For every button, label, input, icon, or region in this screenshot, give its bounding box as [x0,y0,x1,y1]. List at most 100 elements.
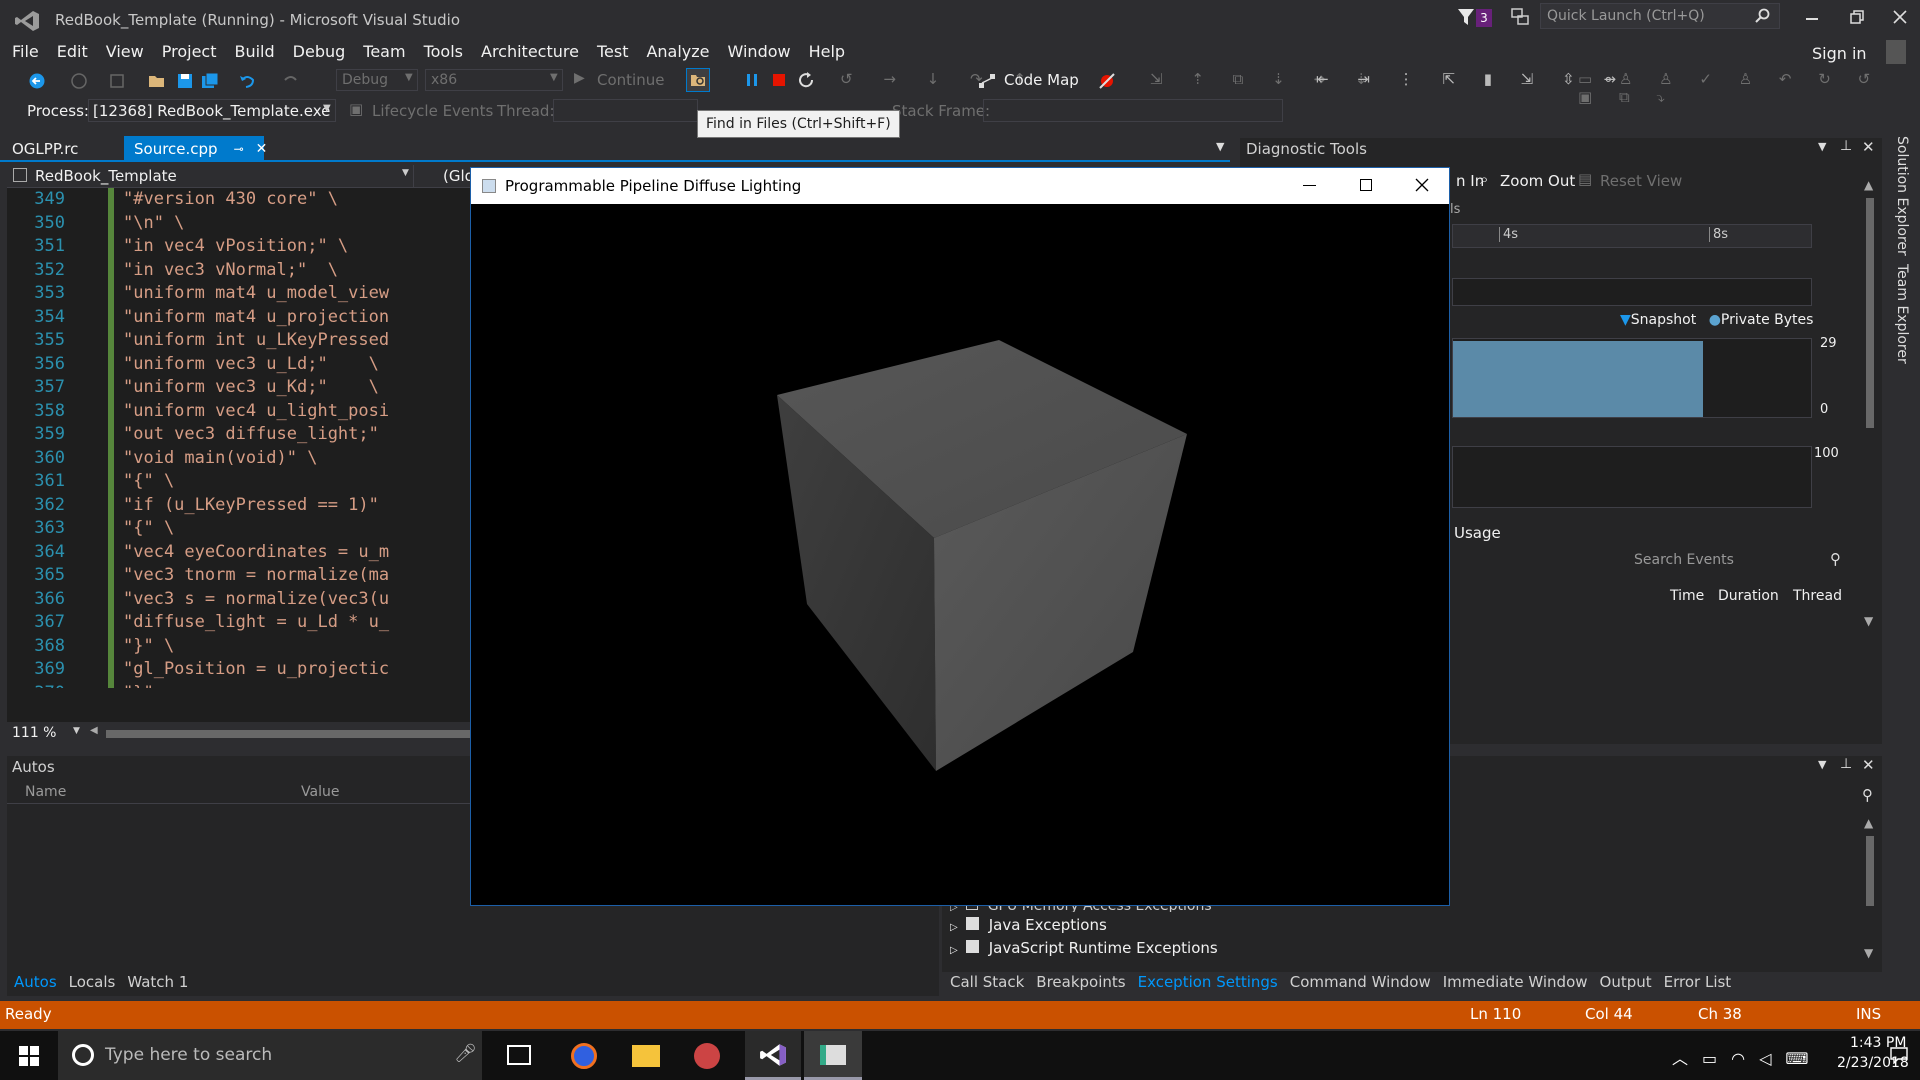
battery-icon[interactable]: ▭ [1702,1049,1731,1068]
code-line[interactable]: 355 "uniform int u_LKeyPressed [7,329,470,353]
keyboard-icon[interactable]: ⌨ [1785,1049,1822,1068]
code-line[interactable]: 366 "vec3 s = normalize(vec3(u [7,588,470,612]
diagnostic-scrollbar[interactable]: ▲ ▼ [1862,178,1878,628]
tab-watch-1[interactable]: Watch 1 [127,973,188,991]
undo-icon[interactable] [238,72,256,90]
tab-source-cpp[interactable]: Source.cpp ⊸ ✕ [124,136,267,162]
code-line[interactable]: 361 "{" \ [7,470,470,494]
exception-item[interactable]: ▷ JavaScript Runtime Exceptions [950,939,1218,957]
continue-button[interactable]: Continue [597,71,664,89]
redo-icon[interactable] [282,72,300,90]
tab-exception-settings[interactable]: Exception Settings [1138,973,1278,991]
code-line[interactable]: 364 "vec4 eyeCoordinates = u_m [7,541,470,565]
solution-explorer-tab[interactable]: Solution Explorer [1894,136,1910,256]
save-all-icon[interactable] [201,72,219,90]
file-explorer-icon[interactable] [632,1045,660,1067]
minimize-button[interactable] [1806,18,1818,20]
panel-menu-icon[interactable]: ▼ [1818,140,1826,153]
config-dropdown[interactable]: Debug ▼ [336,69,418,91]
timeline-ruler[interactable]: 4s 8s [1452,224,1812,248]
search-icon[interactable]: ⚲ [1862,786,1873,804]
scroll-up-icon[interactable]: ▲ [1864,816,1873,830]
filter-icon[interactable] [1457,8,1475,26]
taskbar-search[interactable]: Type here to search 🎤︎ [58,1031,482,1080]
sign-in-link[interactable]: Sign in [1812,44,1867,63]
menu-team[interactable]: Team [354,40,414,64]
tab-autos[interactable]: Autos [14,973,57,991]
lifecycle-events-icon[interactable]: ▣ [349,100,363,118]
menu-tools[interactable]: Tools [415,40,472,64]
code-line[interactable]: 353 "uniform mat4 u_model_view [7,282,470,306]
close-icon[interactable]: ✕ [1862,756,1875,774]
code-line[interactable]: 370 "}"; [7,682,470,689]
opengl-window[interactable]: Programmable Pipeline Diffuse Lighting [470,167,1450,906]
pin-icon[interactable]: ⊸ [234,142,244,156]
checkbox[interactable] [965,940,979,953]
code-map-button[interactable]: Code Map [1004,71,1079,89]
cpu-graph[interactable] [1452,446,1812,508]
zoom-dropdown[interactable]: 111 % ▼ [7,722,83,744]
process-dropdown[interactable]: [12368] RedBook_Template.exe ▼ [88,99,336,122]
quick-launch-input[interactable]: Quick Launch (Ctrl+Q) [1547,8,1705,24]
code-line[interactable]: 363 "{" \ [7,517,470,541]
team-explorer-tab[interactable]: Team Explorer [1894,264,1910,364]
project-dropdown[interactable]: RedBook_Template ▼ [9,165,414,187]
play-icon[interactable]: ▶ [574,70,585,86]
tab-overflow-icon[interactable]: ▼ [1216,140,1224,153]
tab-call-stack[interactable]: Call Stack [950,973,1024,991]
breakpoint-tools-icon[interactable] [1098,72,1116,90]
feedback-icon[interactable] [1510,7,1530,27]
menu-project[interactable]: Project [153,40,226,64]
menu-architecture[interactable]: Architecture [472,40,588,64]
col-time[interactable]: Time [1670,588,1704,604]
tab-locals[interactable]: Locals [69,973,116,991]
forward-icon[interactable] [70,72,88,90]
lifecycle-events-dropdown[interactable]: Lifecycle Events [372,102,493,120]
close-icon[interactable]: ✕ [1862,138,1875,156]
usage-label[interactable]: Usage [1454,524,1501,542]
tab-oglpp-rc[interactable]: OGLPP.rc [2,136,88,162]
quick-launch[interactable]: Quick Launch (Ctrl+Q) [1540,3,1780,29]
opengl-title-bar[interactable]: Programmable Pipeline Diffuse Lighting [471,168,1449,204]
horizontal-scrollbar[interactable]: ◀ [90,725,470,741]
menu-debug[interactable]: Debug [284,40,355,64]
code-line[interactable]: 368 "}" \ [7,635,470,659]
paint-icon[interactable] [694,1043,720,1069]
code-line[interactable]: 359 "out vec3 diffuse_light;" [7,423,470,447]
stack-frame-dropdown[interactable] [983,99,1283,122]
menu-build[interactable]: Build [225,40,283,64]
exception-item[interactable]: ▷ Java Exceptions [950,916,1107,934]
menu-edit[interactable]: Edit [48,40,97,64]
menu-window[interactable]: Window [719,40,800,64]
windows-start-icon[interactable] [19,1046,39,1066]
back-icon[interactable] [28,72,46,90]
platform-dropdown[interactable]: x86 ▼ [425,69,563,91]
search-events-box[interactable]: Search Events ⚲ [1624,548,1860,574]
memory-graph[interactable] [1452,338,1812,418]
code-line[interactable]: 352 "in vec3 vNormal;" \ [7,259,470,283]
tab-immediate-window[interactable]: Immediate Window [1443,973,1588,991]
code-line[interactable]: 351 "in vec4 vPosition;" \ [7,235,470,259]
notifications-icon[interactable] [1890,1046,1908,1064]
volume-icon[interactable]: ◁ [1759,1049,1785,1068]
new-project-icon[interactable] [108,72,126,90]
code-line[interactable]: 354 "uniform mat4 u_projection [7,306,470,330]
code-line[interactable]: 358 "uniform vec4 u_light_posi [7,400,470,424]
scroll-down-icon[interactable]: ▼ [1864,946,1873,960]
opengl-app-taskbar-button[interactable] [804,1031,862,1080]
tab-breakpoints[interactable]: Breakpoints [1036,973,1125,991]
firefox-icon[interactable] [571,1043,597,1069]
code-line[interactable]: 365 "vec3 tnorm = normalize(ma [7,564,470,588]
col-duration[interactable]: Duration [1718,588,1779,604]
code-line[interactable]: 349 "#version 430 core" \ [7,188,470,212]
zoom-out-button[interactable]: Zoom Out [1500,172,1575,190]
checkbox[interactable] [965,917,979,930]
autos-col-name[interactable]: Name [25,784,66,800]
code-line[interactable]: 357 "uniform vec3 u_Kd;" \ [7,376,470,400]
menu-file[interactable]: File [3,40,48,64]
close-button[interactable] [1893,10,1907,24]
menu-help[interactable]: Help [800,40,854,64]
save-icon[interactable] [176,72,194,90]
taskbar-search-input[interactable]: Type here to search [105,1045,272,1065]
autos-col-value[interactable]: Value [301,784,339,800]
